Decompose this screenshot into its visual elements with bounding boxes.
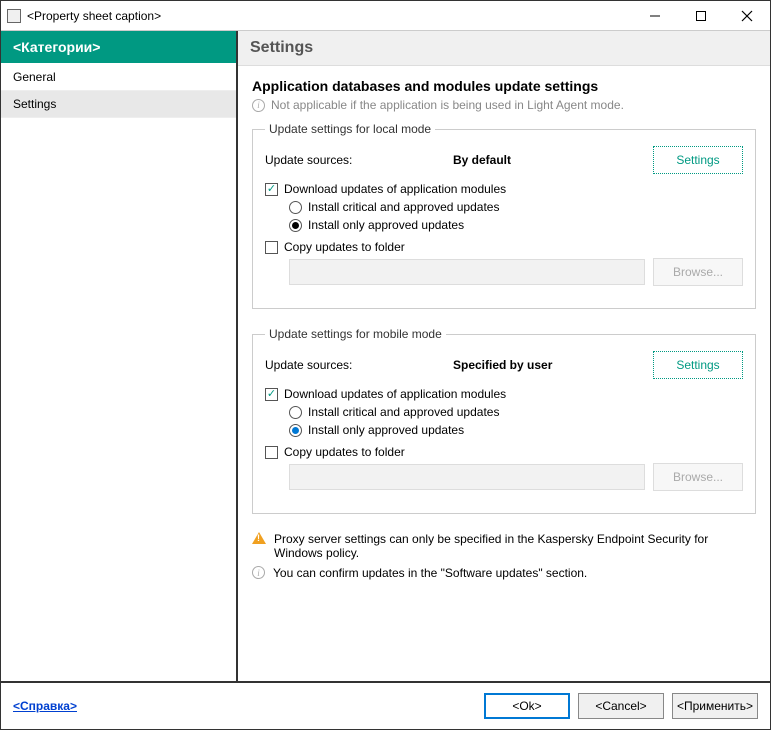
app-icon (7, 9, 21, 23)
mobile-download-label: Download updates of application modules (284, 387, 506, 401)
local-copy-checkbox[interactable] (265, 241, 278, 254)
info-icon: i (252, 566, 265, 579)
window-title: <Property sheet caption> (27, 9, 632, 23)
body-area: <Категории> General Settings Settings Ap… (1, 31, 770, 681)
local-sources-label: Update sources: (265, 153, 445, 167)
apply-button[interactable]: <Применить> (672, 693, 758, 719)
footer: <Справка> <Ok> <Cancel> <Применить> (1, 681, 770, 729)
mobile-sources-label: Update sources: (265, 358, 445, 372)
info-icon: i (252, 99, 265, 112)
mobile-download-checkbox[interactable] (265, 388, 278, 401)
mobile-settings-button[interactable]: Settings (653, 351, 743, 379)
local-radio-approved[interactable] (289, 219, 302, 232)
mobile-browse-button: Browse... (653, 463, 743, 491)
main-panel: Settings Application databases and modul… (238, 31, 770, 681)
local-download-label: Download updates of application modules (284, 182, 506, 196)
group-mobile-legend: Update settings for mobile mode (265, 327, 446, 341)
sidebar: <Категории> General Settings (1, 31, 238, 681)
maximize-button[interactable] (678, 1, 724, 30)
mobile-copy-checkbox[interactable] (265, 446, 278, 459)
window-controls (632, 1, 770, 30)
proxy-warning-text: Proxy server settings can only be specif… (274, 532, 756, 560)
close-button[interactable] (724, 1, 770, 30)
not-applicable-note: i Not applicable if the application is b… (252, 98, 756, 112)
mobile-radio-approved-label: Install only approved updates (308, 423, 464, 437)
sidebar-item-settings[interactable]: Settings (1, 91, 236, 118)
mobile-copy-label: Copy updates to folder (284, 445, 405, 459)
local-sources-value: By default (453, 153, 645, 167)
mobile-radio-critical-label: Install critical and approved updates (308, 405, 499, 419)
sidebar-item-general[interactable]: General (1, 64, 236, 91)
local-browse-button: Browse... (653, 258, 743, 286)
proxy-warning-row: Proxy server settings can only be specif… (252, 532, 756, 560)
dialog-window: <Property sheet caption> <Категории> Gen… (0, 0, 771, 730)
local-folder-input (289, 259, 645, 285)
confirm-info-text: You can confirm updates in the "Software… (273, 566, 756, 580)
mobile-radio-critical[interactable] (289, 406, 302, 419)
titlebar: <Property sheet caption> (1, 1, 770, 31)
warning-icon (252, 532, 266, 544)
not-applicable-text: Not applicable if the application is bei… (271, 98, 624, 112)
ok-button[interactable]: <Ok> (484, 693, 570, 719)
sidebar-header: <Категории> (1, 31, 236, 64)
group-local: Update settings for local mode Update so… (252, 122, 756, 309)
mobile-radio-approved[interactable] (289, 424, 302, 437)
minimize-button[interactable] (632, 1, 678, 30)
help-link[interactable]: <Справка> (13, 699, 77, 713)
group-local-legend: Update settings for local mode (265, 122, 435, 136)
local-copy-label: Copy updates to folder (284, 240, 405, 254)
page-title: Settings (238, 31, 770, 66)
section-title: Application databases and modules update… (252, 78, 756, 94)
local-radio-approved-label: Install only approved updates (308, 218, 464, 232)
mobile-folder-input (289, 464, 645, 490)
content-area: Application databases and modules update… (238, 66, 770, 681)
cancel-button[interactable]: <Cancel> (578, 693, 664, 719)
group-mobile: Update settings for mobile mode Update s… (252, 327, 756, 514)
mobile-sources-value: Specified by user (453, 358, 645, 372)
local-radio-critical-label: Install critical and approved updates (308, 200, 499, 214)
local-settings-button[interactable]: Settings (653, 146, 743, 174)
local-radio-critical[interactable] (289, 201, 302, 214)
confirm-info-row: i You can confirm updates in the "Softwa… (252, 566, 756, 580)
local-download-checkbox[interactable] (265, 183, 278, 196)
